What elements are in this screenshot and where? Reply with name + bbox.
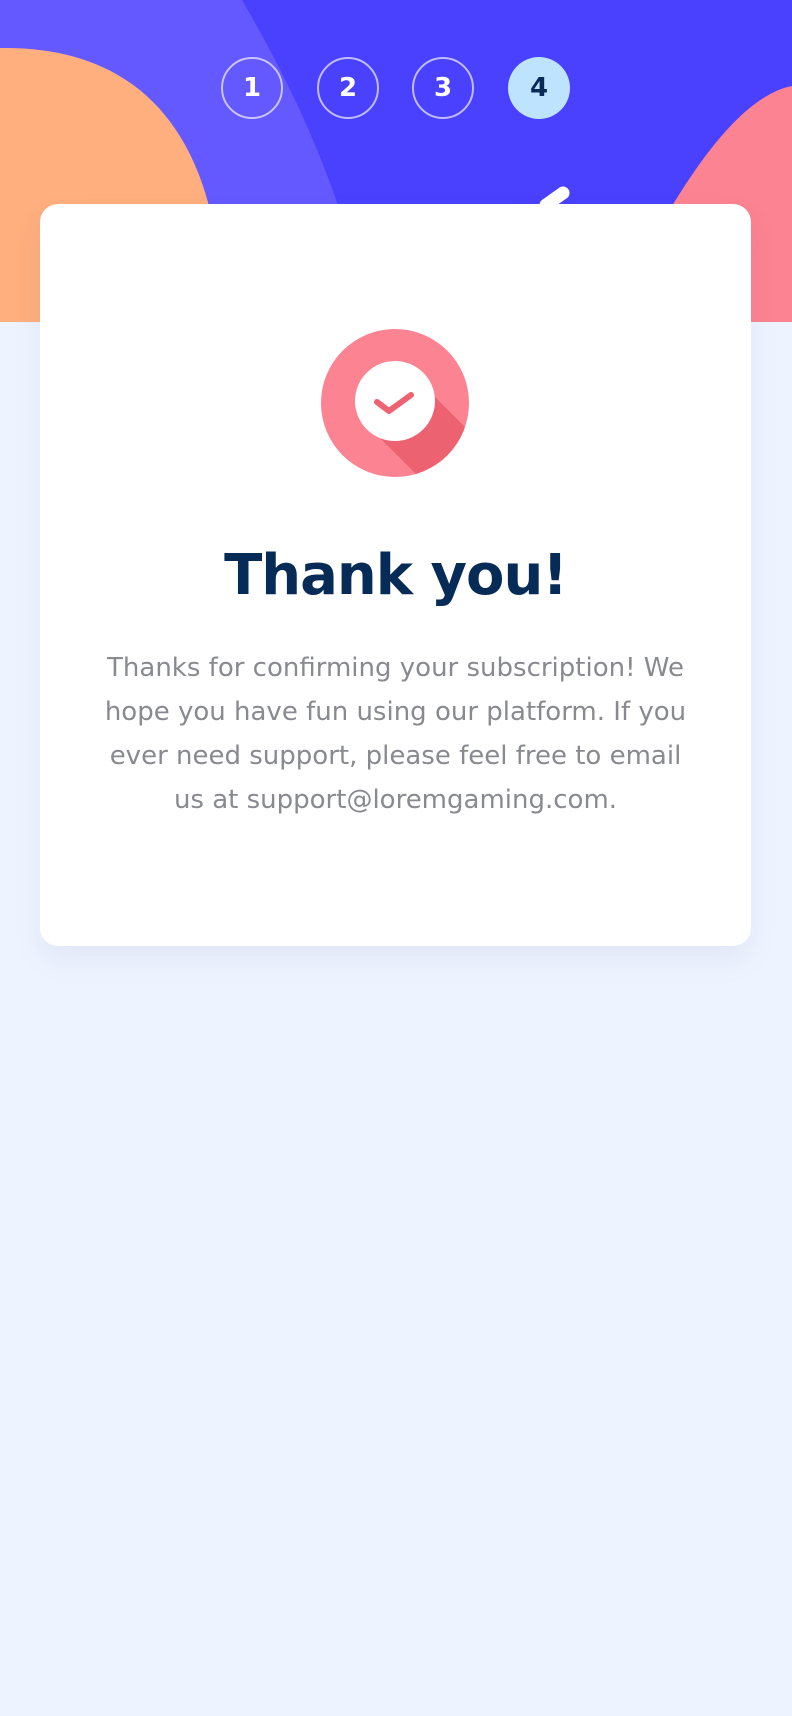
- confirmation-message: Thanks for confirming your subscription!…: [104, 653, 687, 815]
- step-indicator: 1 2 3 4: [221, 57, 571, 119]
- page-title: Thank you!: [224, 543, 568, 608]
- step-2[interactable]: 2: [317, 57, 379, 119]
- step-4-active[interactable]: 4: [508, 57, 570, 119]
- check-circle-icon: [321, 329, 469, 477]
- confirmation-card: Thank you! Thanks for confirming your su…: [40, 204, 751, 946]
- step-3[interactable]: 3: [412, 57, 474, 119]
- step-1[interactable]: 1: [221, 57, 283, 119]
